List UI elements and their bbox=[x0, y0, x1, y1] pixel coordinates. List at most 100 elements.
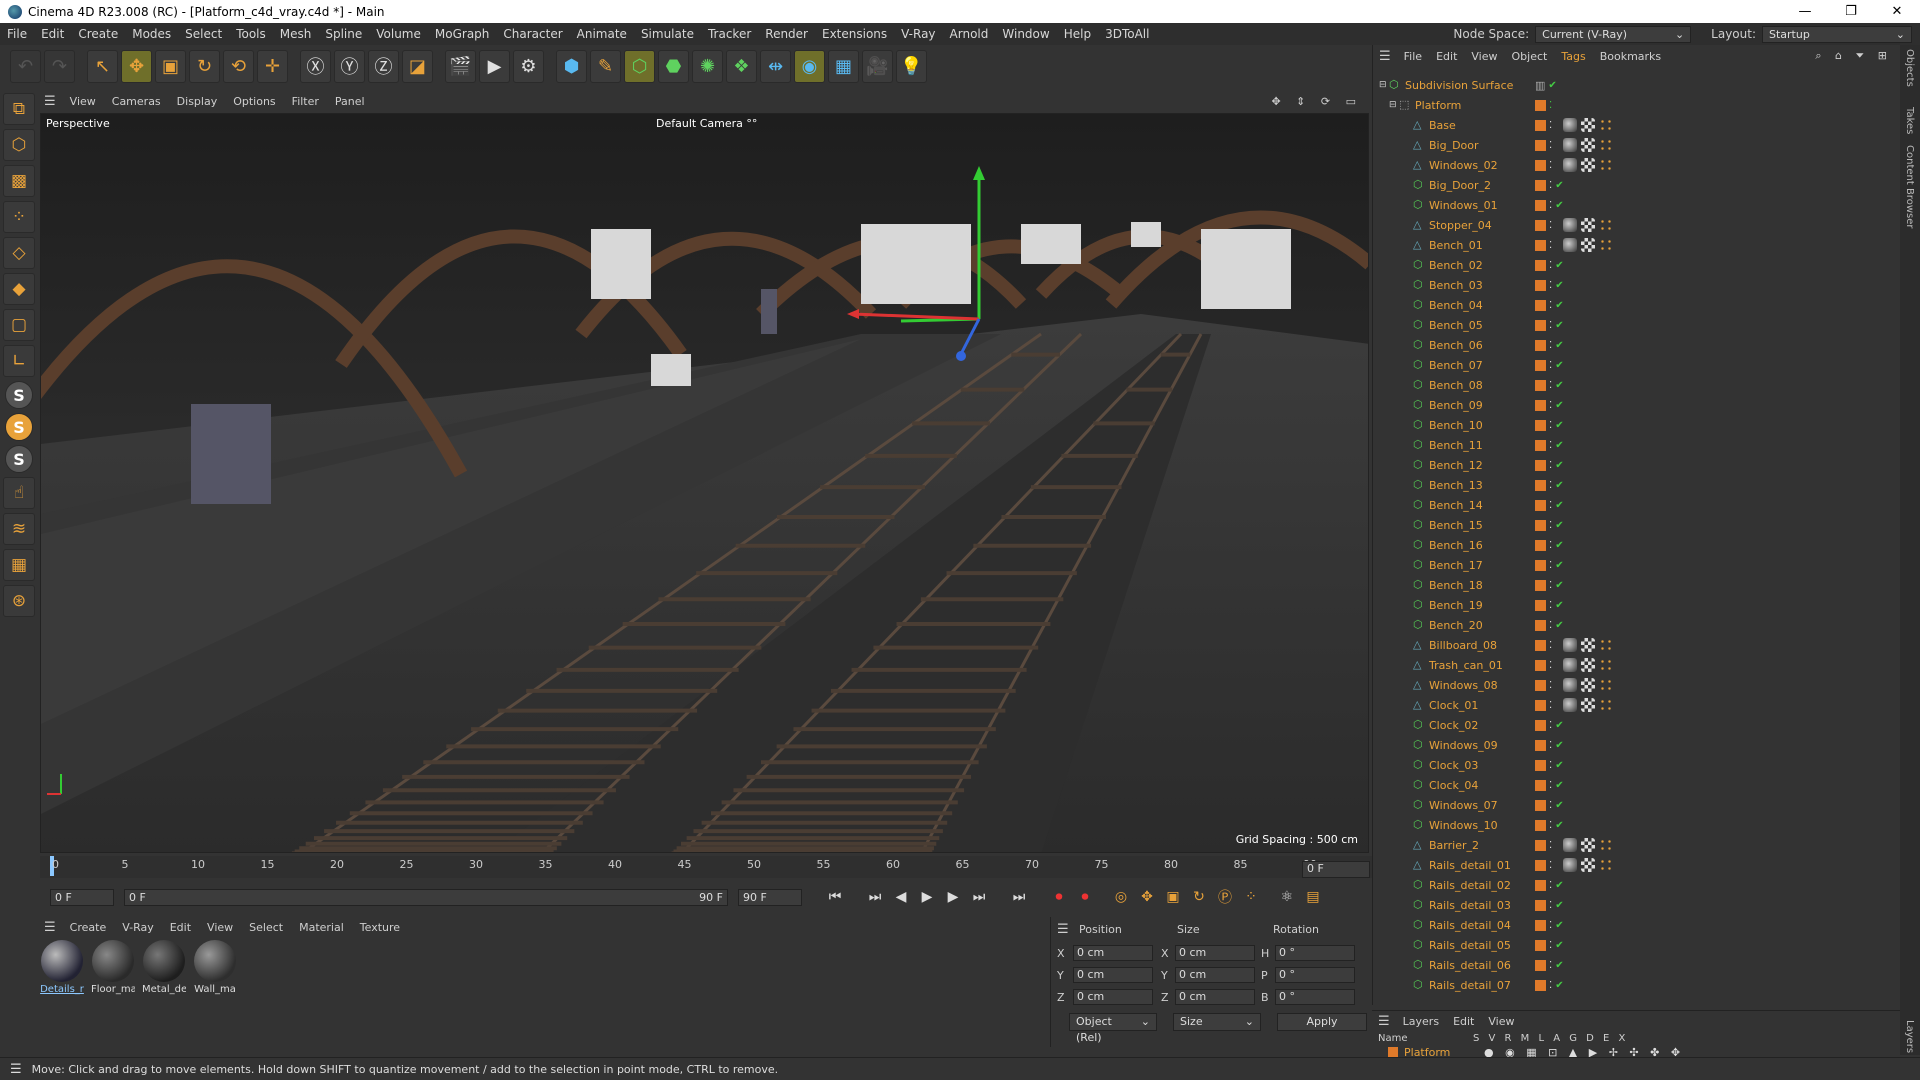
layer-color-swatch[interactable] bbox=[1535, 679, 1546, 691]
pos-field[interactable]: 0 cm bbox=[1073, 967, 1153, 983]
collapse-icon[interactable]: ⊟ bbox=[1389, 100, 1399, 110]
phong-tag-icon[interactable] bbox=[1599, 238, 1613, 252]
object-row[interactable]: ⬡ Rails_detail_07 ⁚ ✔ bbox=[1373, 975, 1893, 995]
viewport-menu-filter[interactable]: Filter bbox=[284, 95, 327, 108]
material-tag-icon[interactable] bbox=[1563, 238, 1577, 252]
menu-tools[interactable]: Tools bbox=[229, 27, 273, 41]
object-row[interactable]: △ Bench_01 ⁚ bbox=[1373, 235, 1893, 255]
deformer-icon[interactable]: ⇹ bbox=[760, 49, 791, 83]
layer-color-swatch[interactable] bbox=[1535, 199, 1546, 211]
menu-help[interactable]: Help bbox=[1057, 27, 1098, 41]
layer-color-swatch[interactable] bbox=[1535, 939, 1546, 951]
record-rotation-icon[interactable]: ↻ bbox=[1186, 885, 1212, 909]
layer-color-swatch[interactable] bbox=[1535, 519, 1546, 531]
object-row[interactable]: ⬡ Windows_10 ⁚ ✔ bbox=[1373, 815, 1893, 835]
object-row[interactable]: △ Billboard_08 ⁚ bbox=[1373, 635, 1893, 655]
menu-render[interactable]: Render bbox=[758, 27, 815, 41]
phong-tag-icon[interactable] bbox=[1599, 678, 1613, 692]
record-active-objects-icon[interactable]: ⏺ bbox=[1046, 885, 1072, 909]
undo-icon[interactable]: ↶ bbox=[10, 49, 41, 83]
enabled-check-icon[interactable]: ✔ bbox=[1555, 820, 1563, 831]
hamburger-icon[interactable]: ☰ bbox=[38, 920, 62, 935]
layer-color-swatch[interactable] bbox=[1535, 859, 1546, 871]
object-row[interactable]: ⬡ Bench_08 ⁚ ✔ bbox=[1373, 375, 1893, 395]
layer-color-swatch[interactable] bbox=[1535, 439, 1546, 451]
timeline-ruler[interactable]: 051015202530354045505560657075808590 bbox=[40, 856, 1372, 878]
enabled-check-icon[interactable]: ✔ bbox=[1555, 380, 1563, 391]
next-frame-icon[interactable]: ▶ bbox=[940, 885, 966, 909]
material-swatch[interactable]: Wall_ma bbox=[193, 940, 237, 1000]
visibility-dots-icon[interactable]: ⁚ bbox=[1549, 840, 1552, 851]
layer-color-swatch[interactable] bbox=[1535, 299, 1546, 311]
material-menu-select[interactable]: Select bbox=[241, 921, 291, 934]
object-row[interactable]: ⬡ Clock_04 ⁚ ✔ bbox=[1373, 775, 1893, 795]
object-menu-tags[interactable]: Tags bbox=[1554, 50, 1592, 63]
enabled-check-icon[interactable]: ✔ bbox=[1555, 440, 1563, 451]
takes-tab[interactable]: Takes bbox=[1904, 107, 1915, 134]
visibility-dots-icon[interactable]: ⁚ bbox=[1549, 900, 1552, 911]
material-swatch[interactable]: Floor_ma bbox=[91, 940, 135, 1000]
visibility-dots-icon[interactable]: ⁚ bbox=[1549, 780, 1552, 791]
phong-tag-icon[interactable] bbox=[1599, 698, 1613, 712]
timeline-window-icon[interactable]: ▤ bbox=[1300, 885, 1326, 909]
layer-color-swatch[interactable] bbox=[1535, 279, 1546, 291]
collapse-icon[interactable]: ⊟ bbox=[1379, 80, 1389, 90]
enabled-check-icon[interactable]: ✔ bbox=[1555, 520, 1563, 531]
layer-color-swatch[interactable] bbox=[1535, 499, 1546, 511]
object-row[interactable]: ⬡ Bench_02 ⁚ ✔ bbox=[1373, 255, 1893, 275]
psr-tool-icon[interactable]: ⟲ bbox=[223, 49, 254, 83]
pos-field[interactable]: 0 cm bbox=[1073, 989, 1153, 1005]
layer-menu-layers[interactable]: Layers bbox=[1396, 1015, 1446, 1028]
object-row[interactable]: △ Base ⁚ bbox=[1373, 115, 1893, 135]
object-row[interactable]: ⬡ Bench_14 ⁚ ✔ bbox=[1373, 495, 1893, 515]
phong-tag-icon[interactable] bbox=[1599, 218, 1613, 232]
layer-menu-view[interactable]: View bbox=[1481, 1015, 1521, 1028]
play-icon[interactable]: ▶ bbox=[914, 885, 940, 909]
enabled-check-icon[interactable]: ✔ bbox=[1555, 280, 1563, 291]
visibility-dots-icon[interactable]: ⁚ bbox=[1549, 680, 1552, 691]
object-row[interactable]: ⬡ Clock_02 ⁚ ✔ bbox=[1373, 715, 1893, 735]
node-space-dropdown[interactable]: Current (V-Ray) ⌄ bbox=[1535, 25, 1692, 43]
uvw-tag-icon[interactable] bbox=[1581, 858, 1595, 872]
edges-mode-icon[interactable]: ◇ bbox=[3, 237, 35, 269]
pos-field[interactable]: 0 cm bbox=[1073, 945, 1153, 961]
menu-simulate[interactable]: Simulate bbox=[634, 27, 701, 41]
field-icon[interactable]: ◉ bbox=[794, 49, 825, 83]
object-row[interactable]: ⬡ Rails_detail_02 ⁚ ✔ bbox=[1373, 875, 1893, 895]
enabled-check-icon[interactable]: ✔ bbox=[1555, 600, 1563, 611]
material-menu-v-ray[interactable]: V-Ray bbox=[114, 921, 162, 934]
visibility-dots-icon[interactable]: ⁚ bbox=[1549, 580, 1552, 591]
subdivision-surface-icon[interactable]: ⬡ bbox=[624, 49, 655, 83]
enabled-check-icon[interactable]: ✔ bbox=[1555, 800, 1563, 811]
enabled-check-icon[interactable]: ✔ bbox=[1555, 560, 1563, 571]
hamburger-icon[interactable]: ☰ bbox=[1057, 922, 1069, 937]
layer-color-swatch[interactable] bbox=[1535, 399, 1546, 411]
layer-color-swatch[interactable] bbox=[1388, 1047, 1398, 1057]
object-row[interactable]: ⬡ Bench_16 ⁚ ✔ bbox=[1373, 535, 1893, 555]
floor-icon[interactable]: ▦ bbox=[828, 49, 859, 83]
phong-tag-icon[interactable] bbox=[1599, 838, 1613, 852]
object-menu-view[interactable]: View bbox=[1464, 50, 1504, 63]
menu-character[interactable]: Character bbox=[496, 27, 569, 41]
layers-tab[interactable]: Layers bbox=[1904, 1020, 1915, 1053]
object-row[interactable]: ⬡ Bench_18 ⁚ ✔ bbox=[1373, 575, 1893, 595]
menu-extensions[interactable]: Extensions bbox=[815, 27, 894, 41]
coordinate-system-icon[interactable]: ◪ bbox=[402, 49, 433, 83]
layer-color-swatch[interactable] bbox=[1535, 979, 1546, 991]
layer-color-swatch[interactable] bbox=[1535, 179, 1546, 191]
menu-modes[interactable]: Modes bbox=[125, 27, 178, 41]
uv-mode-icon[interactable]: ▢ bbox=[3, 309, 35, 341]
snap-icon[interactable]: S bbox=[5, 381, 33, 409]
uvw-tag-icon[interactable] bbox=[1581, 238, 1595, 252]
phong-tag-icon[interactable] bbox=[1599, 658, 1613, 672]
visibility-dots-icon[interactable]: ⁚ bbox=[1549, 500, 1552, 511]
object-row[interactable]: ⬡ Windows_01 ⁚ ✔ bbox=[1373, 195, 1893, 215]
menu-volume[interactable]: Volume bbox=[369, 27, 428, 41]
material-menu-view[interactable]: View bbox=[199, 921, 241, 934]
layer-color-swatch[interactable] bbox=[1535, 639, 1546, 651]
material-tag-icon[interactable] bbox=[1563, 638, 1577, 652]
size-field[interactable]: 0 cm bbox=[1175, 989, 1255, 1005]
record-position-icon[interactable]: ✥ bbox=[1134, 885, 1160, 909]
material-menu-create[interactable]: Create bbox=[62, 921, 115, 934]
visibility-dots-icon[interactable]: ⁚ bbox=[1549, 120, 1552, 131]
